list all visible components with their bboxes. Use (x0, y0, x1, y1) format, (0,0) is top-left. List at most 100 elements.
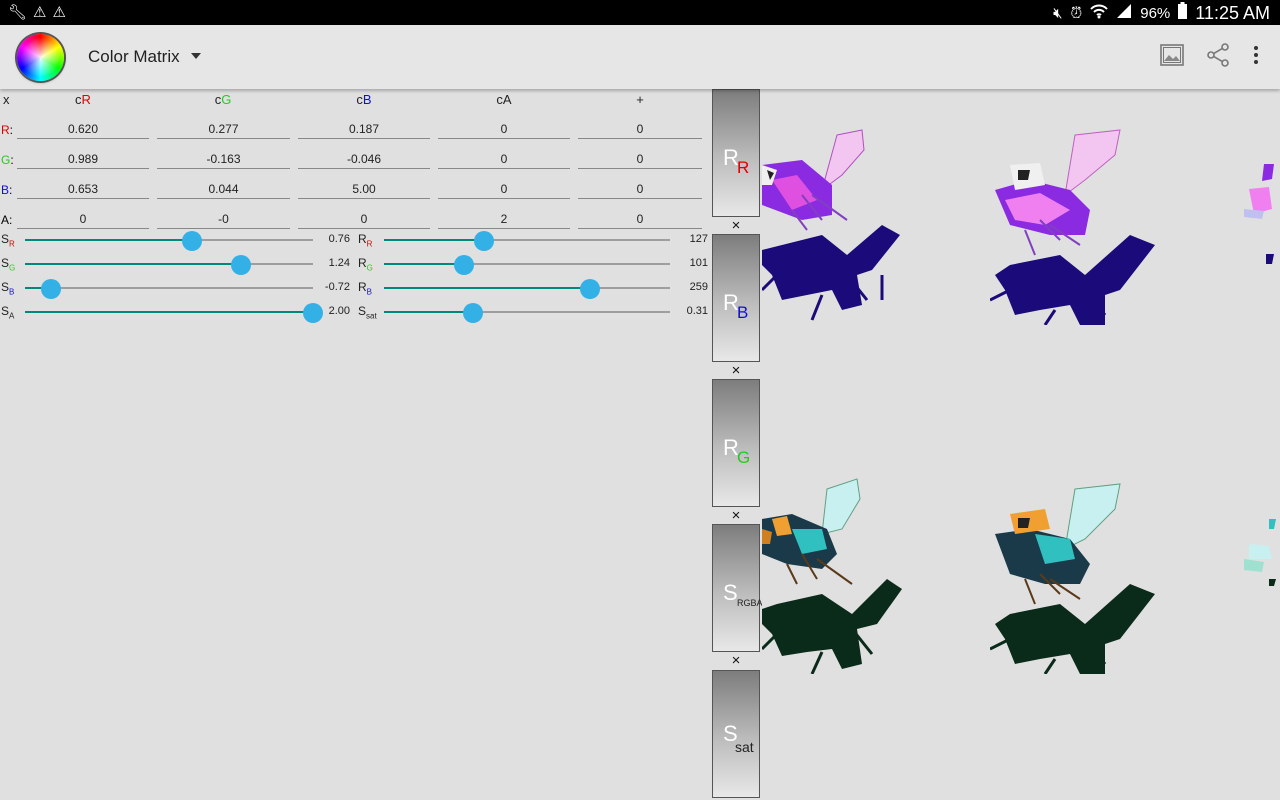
matrix-cell[interactable]: 0 (17, 209, 149, 229)
slider-thumb[interactable] (182, 231, 203, 251)
slider-label: RB (358, 280, 373, 297)
matrix-cell[interactable]: 0 (578, 149, 702, 169)
matrix-cell[interactable]: 0.620 (17, 119, 149, 139)
slider-thumb[interactable] (462, 303, 483, 323)
slider-thumb[interactable] (231, 255, 251, 275)
matrix-cell[interactable]: 0.653 (17, 179, 149, 199)
slider-value: 0.31 (686, 305, 708, 317)
matrix-cell[interactable]: 0 (578, 179, 702, 199)
matrix-cell[interactable]: 0 (578, 119, 702, 139)
col-header-r: cR (75, 92, 91, 107)
color-wheel-icon[interactable] (17, 34, 64, 81)
slider-track[interactable] (25, 263, 313, 265)
dragonfly-sprite-purple (1244, 164, 1274, 264)
row-label-b: B: (1, 183, 13, 197)
dragonfly-sprite-teal (762, 478, 902, 674)
slider-value: 1.24 (328, 257, 350, 269)
overflow-menu-icon[interactable] (1248, 43, 1264, 73)
battery-percent: 96% (1140, 5, 1171, 22)
clock: 11:25 AM (1195, 3, 1270, 23)
slider-fill (384, 287, 590, 289)
col-header-b: cB (356, 92, 372, 107)
matrix-corner-label: x (3, 92, 10, 107)
close-icon[interactable]: × (728, 508, 744, 523)
slider-row: SB -0.72 RB 259 (0, 276, 710, 300)
matrix-cell[interactable]: 0.044 (157, 179, 290, 199)
slider-label: SB (1, 280, 15, 297)
slider-thumb[interactable] (579, 279, 600, 299)
slider-track[interactable] (384, 239, 670, 241)
slider-fill (25, 263, 241, 265)
filter-button[interactable]: RB (712, 234, 760, 362)
slider-value: 259 (689, 281, 708, 293)
slider-thumb[interactable] (40, 279, 61, 299)
slider-track[interactable] (384, 311, 670, 313)
row-label-r: R: (1, 123, 14, 137)
dragonfly-sprite-teal (990, 483, 1155, 674)
matrix-cell[interactable]: 0 (438, 179, 570, 199)
filter-button-sublabel: B (737, 303, 749, 322)
slider-fill (25, 239, 193, 241)
filter-button-sublabel: sat (735, 739, 754, 755)
matrix-row-r: R: 0.620 0.277 0.187 0 0 (0, 113, 710, 143)
slider-label: RG (358, 256, 373, 273)
matrix-cell[interactable]: -0.163 (157, 149, 290, 169)
filter-button[interactable]: S RGBA (712, 524, 763, 652)
slider-row: SG 1.24 RG 101 (0, 252, 710, 276)
filter-button-sublabel: RGBA (737, 598, 763, 608)
filter-button[interactable]: RR (712, 89, 760, 217)
close-icon[interactable]: × (728, 653, 744, 668)
slider-fill (25, 311, 313, 313)
matrix-cell[interactable]: 0 (438, 149, 570, 169)
matrix-cell[interactable]: 5.00 (298, 179, 430, 199)
close-icon[interactable]: × (728, 363, 744, 378)
slider-thumb[interactable] (474, 231, 495, 251)
share-icon[interactable] (1206, 43, 1230, 73)
battery-icon (1178, 2, 1188, 25)
slider-label: Ssat (358, 304, 377, 321)
app-title[interactable]: Color Matrix (88, 47, 180, 67)
mute-icon: 🔇︎ (1053, 4, 1063, 22)
matrix-cell[interactable]: 0 (298, 209, 430, 229)
matrix-cell[interactable]: 0 (438, 119, 570, 139)
slider-track[interactable] (25, 287, 313, 289)
slider-value: 2.00 (328, 305, 350, 317)
slider-thumb[interactable] (454, 255, 475, 275)
slider-track[interactable] (25, 311, 313, 313)
app-bar: Color Matrix (0, 25, 1280, 89)
wrench-icon: 🔧︎ (8, 4, 28, 21)
image-icon[interactable] (1160, 43, 1184, 73)
slider-value: -0.72 (324, 281, 350, 293)
matrix-cell[interactable]: 0 (578, 209, 702, 229)
matrix-cell[interactable]: 0.989 (17, 149, 149, 169)
signal-icon (1116, 3, 1132, 25)
filter-button-sublabel: G (737, 448, 751, 467)
matrix-cell[interactable]: -0 (157, 209, 290, 229)
matrix-cell[interactable]: 0.187 (298, 119, 430, 139)
warning-icon: ⚠ (52, 4, 66, 21)
filter-button[interactable]: Ssat (712, 670, 760, 798)
filter-button[interactable]: RG (712, 379, 760, 507)
dropdown-arrow-icon[interactable] (191, 53, 201, 59)
slider-fill (384, 311, 473, 313)
close-icon[interactable]: × (728, 218, 744, 233)
slider-track[interactable] (25, 239, 313, 241)
slider-fill (384, 263, 465, 265)
alarm-icon: ⏰︎ (1070, 4, 1083, 22)
slider-row: SA 2.00 Ssat 0.31 (0, 300, 710, 324)
col-header-offset: + (636, 92, 644, 107)
matrix-row-b: B: 0.653 0.044 5.00 0 0 (0, 173, 710, 203)
dragonfly-sprite-purple (762, 129, 900, 321)
slider-track[interactable] (384, 287, 670, 289)
filter-button-label: S (723, 580, 738, 605)
filter-button-sublabel: R (737, 158, 750, 177)
wifi-icon (1090, 3, 1108, 25)
matrix-row-g: G: 0.989 -0.163 -0.046 0 0 (0, 143, 710, 173)
matrix-cell[interactable]: 2 (438, 209, 570, 229)
slider-track[interactable] (384, 263, 670, 265)
preview-area (762, 89, 1280, 800)
col-header-g: cG (214, 92, 232, 107)
slider-value: 127 (689, 233, 708, 245)
matrix-cell[interactable]: 0.277 (157, 119, 290, 139)
matrix-cell[interactable]: -0.046 (298, 149, 430, 169)
